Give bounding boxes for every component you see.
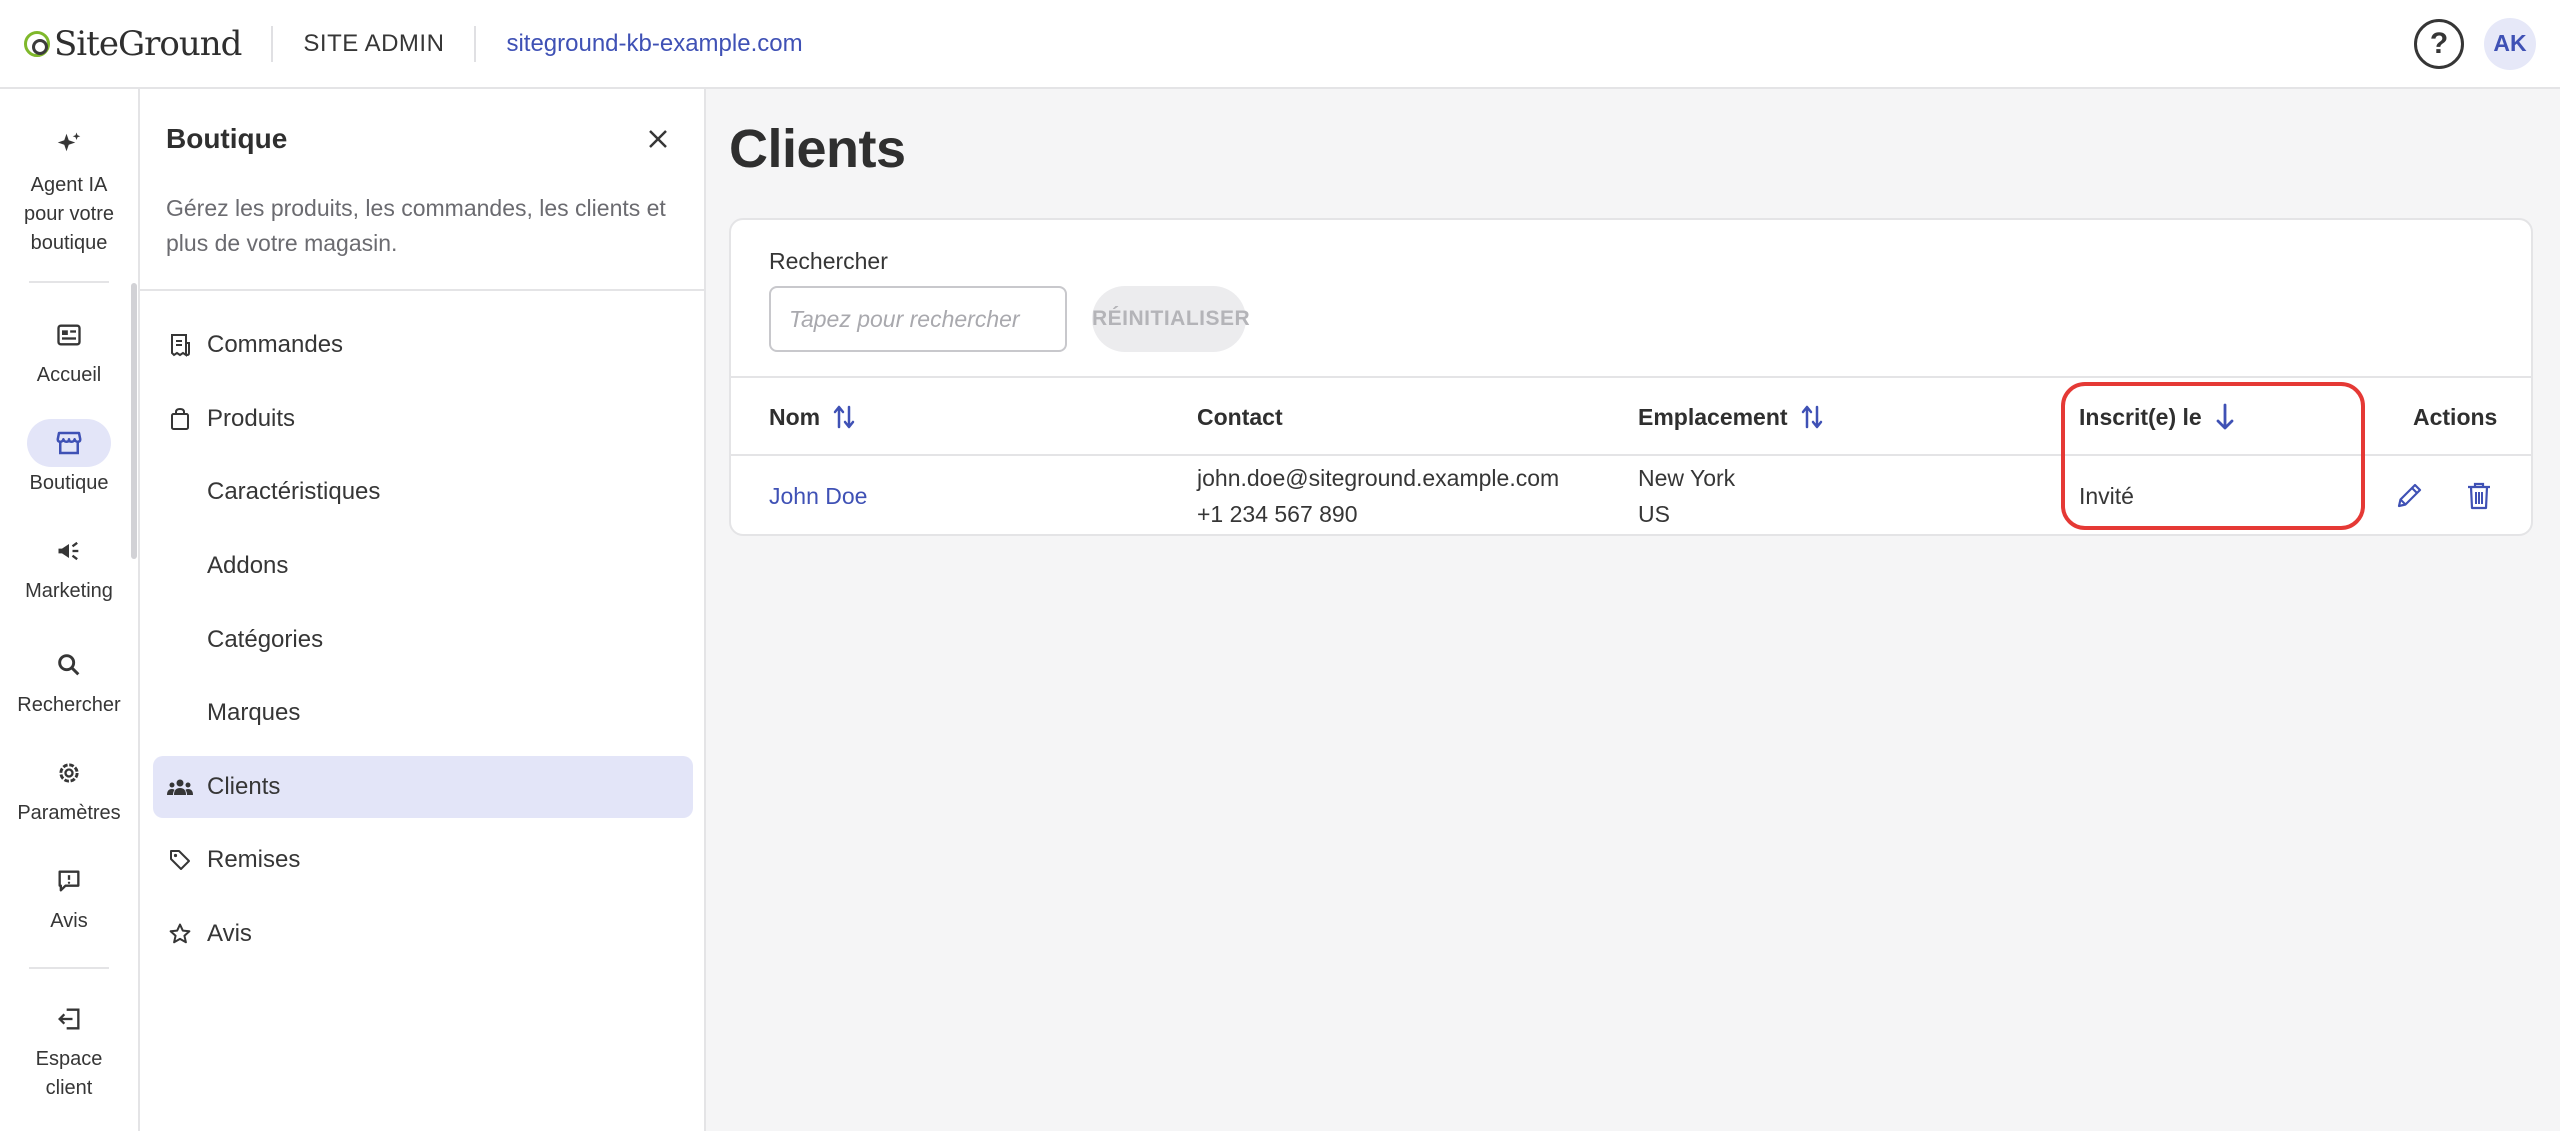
page-title: Clients — [729, 119, 906, 179]
nav-item-label: Avis — [207, 920, 252, 947]
help-button[interactable]: ? — [2414, 18, 2464, 69]
nav-item-marques[interactable]: Marques — [153, 682, 693, 744]
rail-divider — [29, 967, 109, 969]
rail-item-boutique[interactable]: Boutique — [0, 419, 138, 498]
client-name-link[interactable]: John Doe — [769, 478, 867, 514]
nav-item-commandes[interactable]: Commandes — [153, 314, 693, 376]
client-phone: +1 234 567 890 — [1197, 501, 1358, 527]
nav-item-label: Marques — [207, 699, 301, 726]
rail-item-label: Marketing — [25, 580, 113, 602]
nav-item-caracteristiques[interactable]: Caractéristiques — [153, 461, 693, 523]
users-icon — [165, 776, 195, 798]
sparkle-icon — [27, 121, 111, 169]
top-bar: SiteGround SITE ADMIN siteground-kb-exam… — [0, 0, 2560, 89]
nav-item-label: Remises — [207, 846, 301, 873]
column-header-nom[interactable]: Nom — [769, 378, 856, 456]
column-header-inscrit[interactable]: Inscrit(e) le — [2079, 378, 2236, 456]
column-header-label: Actions — [2413, 403, 2498, 430]
pencil-icon — [2397, 483, 2422, 508]
nav-item-label: Clients — [207, 773, 281, 800]
nav-item-clients[interactable]: Clients — [153, 756, 693, 818]
sort-icon[interactable] — [1800, 403, 1824, 431]
panel-title: Boutique — [166, 123, 288, 154]
sort-icon[interactable] — [832, 403, 856, 431]
rail-item-parametres[interactable]: Paramètres — [0, 749, 138, 828]
logo-icon — [24, 30, 50, 57]
rail-divider — [29, 281, 109, 283]
gear-icon — [27, 749, 111, 797]
store-icon — [27, 419, 111, 467]
nav-item-categories[interactable]: Catégories — [153, 609, 693, 671]
logo-text: SiteGround — [54, 23, 242, 64]
siteground-logo[interactable]: SiteGround — [24, 23, 242, 64]
feedback-icon — [27, 857, 111, 905]
tag-icon — [165, 848, 195, 872]
client-email: john.doe@siteground.example.com — [1197, 465, 1560, 491]
dashboard-icon — [27, 311, 111, 359]
topbar-divider — [474, 25, 477, 62]
rail-item-label: Accueil — [36, 364, 102, 386]
nav-item-label: Caractéristiques — [207, 478, 381, 505]
nav-item-remises[interactable]: Remises — [153, 829, 693, 891]
rail-item-label: Espace client — [35, 1048, 103, 1099]
rail-item-marketing[interactable]: Marketing — [0, 527, 138, 606]
client-city: New York — [1638, 465, 1736, 491]
search-icon — [27, 641, 111, 689]
sort-down-icon[interactable] — [2214, 402, 2236, 432]
nav-item-produits[interactable]: Produits — [153, 388, 693, 450]
rail-item-label: Rechercher — [17, 694, 121, 716]
rail-item-label: Agent IA pour votre boutique — [23, 174, 115, 254]
column-header-emplacement[interactable]: Emplacement — [1638, 378, 1824, 456]
nav-item-addons[interactable]: Addons — [153, 535, 693, 597]
table-header: Nom Contact Emplacement Inscrit(e) le Ac… — [731, 376, 2531, 456]
nav-item-avis[interactable]: Avis — [153, 903, 693, 965]
receipt-icon — [165, 333, 195, 357]
nav-item-label: Addons — [207, 552, 289, 579]
client-registered: Invité — [2079, 483, 2134, 509]
clients-card: Rechercher RÉINITIALISER Nom Contact Emp… — [729, 218, 2533, 536]
close-icon — [649, 130, 667, 148]
search-input[interactable] — [769, 286, 1067, 352]
nav-item-label: Produits — [207, 405, 296, 432]
nav-item-label: Commandes — [207, 331, 344, 358]
boutique-panel: Boutique Gérez les produits, les command… — [140, 89, 706, 1131]
delete-button[interactable] — [2459, 476, 2499, 516]
bag-icon — [165, 407, 195, 431]
rail-item-accueil[interactable]: Accueil — [0, 311, 138, 390]
nav-item-label: Catégories — [207, 626, 324, 653]
column-header-label: Contact — [1197, 403, 1283, 430]
column-header-label: Nom — [769, 403, 821, 430]
exit-icon — [27, 995, 111, 1043]
topbar-divider — [271, 25, 274, 62]
trash-icon — [2468, 482, 2490, 510]
rail-item-label: Boutique — [29, 472, 109, 494]
column-header-label: Inscrit(e) le — [2079, 403, 2202, 430]
star-icon — [165, 922, 195, 946]
search-label: Rechercher — [769, 248, 888, 274]
reset-button[interactable]: RÉINITIALISER — [1092, 286, 1250, 352]
column-header-contact: Contact — [1197, 378, 1283, 456]
site-url-link[interactable]: siteground-kb-example.com — [506, 30, 802, 58]
rail-item-espace-client[interactable]: Espace client — [0, 995, 138, 1103]
client-country: US — [1638, 501, 1670, 527]
left-rail: Agent IA pour votre boutique Accueil Bou… — [0, 89, 140, 1131]
edit-button[interactable] — [2389, 476, 2429, 516]
question-icon: ? — [2429, 26, 2449, 60]
rail-item-label: Paramètres — [17, 802, 121, 824]
megaphone-icon — [27, 527, 111, 575]
rail-item-ai-agent[interactable]: Agent IA pour votre boutique — [0, 121, 138, 258]
section-label: SITE ADMIN — [303, 29, 445, 57]
column-header-label: Emplacement — [1638, 403, 1788, 430]
column-header-actions: Actions — [2413, 378, 2497, 456]
avatar[interactable]: AK — [2484, 17, 2536, 70]
panel-description: Gérez les produits, les commandes, les c… — [166, 195, 666, 256]
rail-item-label: Avis — [50, 910, 88, 932]
close-panel-button[interactable] — [640, 121, 676, 157]
rail-item-rechercher[interactable]: Rechercher — [0, 641, 138, 720]
rail-item-avis[interactable]: Avis — [0, 857, 138, 936]
table-row: John Doe john.doe@siteground.example.com… — [731, 456, 2531, 534]
panel-divider — [140, 289, 704, 291]
